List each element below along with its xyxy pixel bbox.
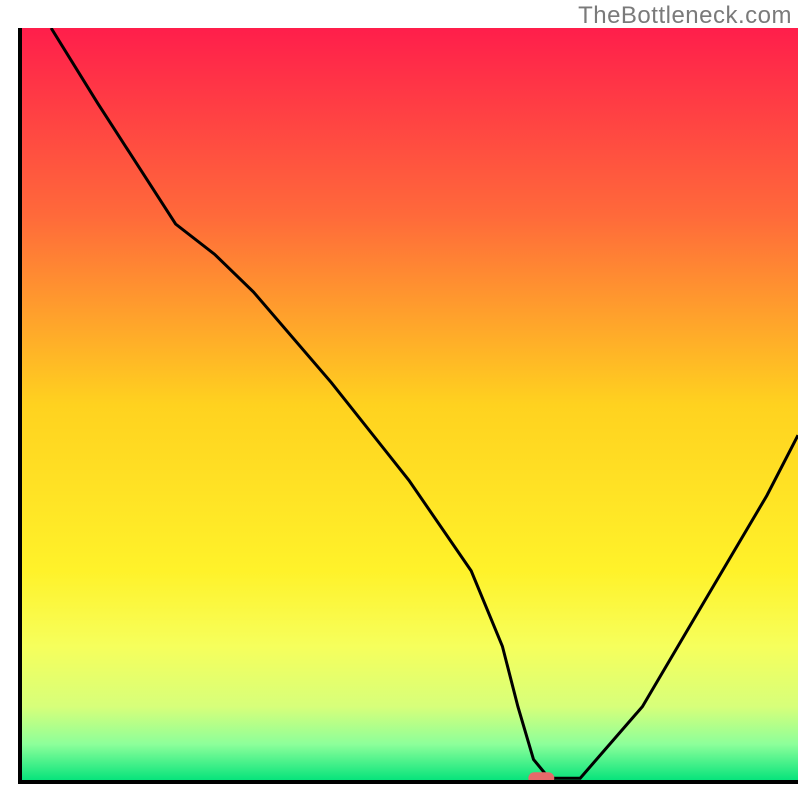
watermark-label: TheBottleneck.com — [578, 2, 792, 30]
chart-container: TheBottleneck.com — [0, 0, 800, 800]
bottleneck-chart — [0, 0, 800, 800]
gradient-background — [20, 28, 798, 782]
